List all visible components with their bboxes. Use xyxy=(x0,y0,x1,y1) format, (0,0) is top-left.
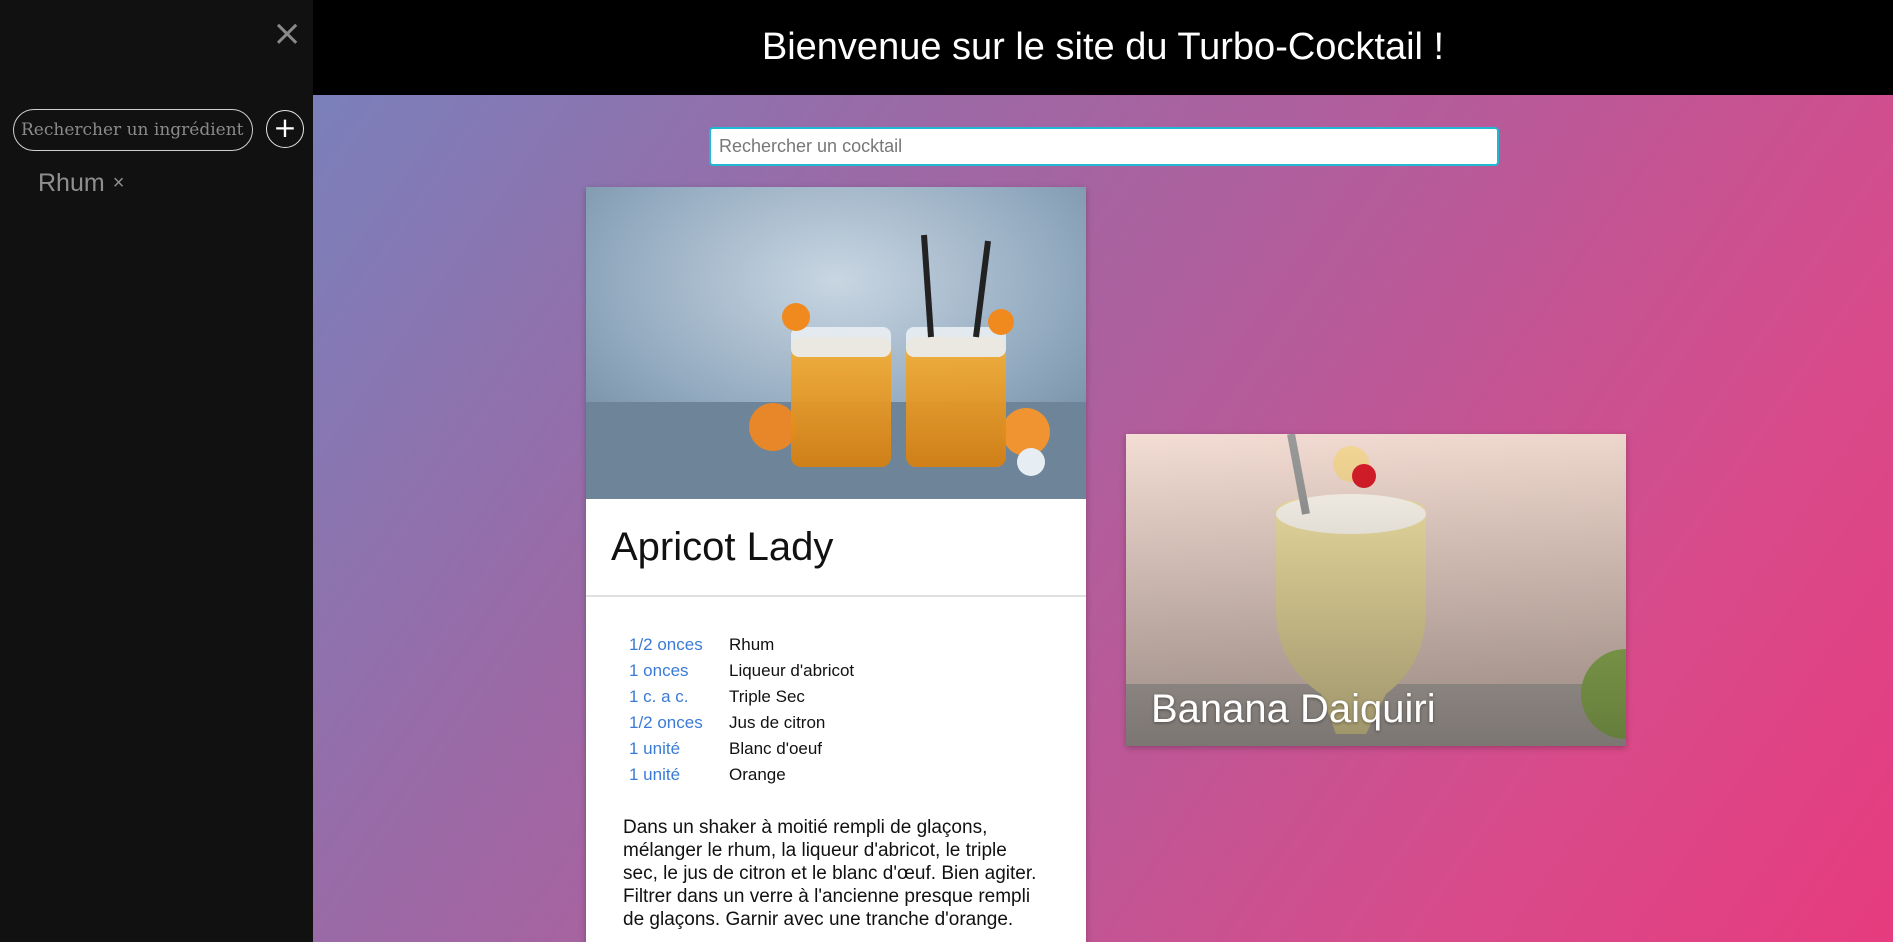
cocktail-search-input[interactable] xyxy=(709,127,1499,166)
cocktail-image xyxy=(586,187,1086,499)
ingredient-quantity: 1 unité xyxy=(629,739,681,758)
sidebar: × + Rhum × xyxy=(0,0,313,942)
cocktail-name: Apricot Lady xyxy=(611,524,834,569)
ingredient-row: 1 c. a c. Triple Sec xyxy=(629,684,1086,710)
close-icon[interactable]: × xyxy=(272,14,302,54)
cocktail-card-banana-daiquiri[interactable]: Banana Daiquiri xyxy=(1126,434,1626,746)
ingredient-quantity: 1 onces xyxy=(629,661,689,680)
ingredient-quantity: 1/2 onces xyxy=(629,713,703,732)
ingredient-row: 1 onces Liqueur d'abricot xyxy=(629,658,1086,684)
main-content: Apricot Lady 1/2 onces Rhum 1 onces Liqu… xyxy=(313,95,1893,942)
ingredient-name: Orange xyxy=(729,765,786,784)
ingredient-name: Liqueur d'abricot xyxy=(729,661,855,680)
ingredient-row: 1 unité Blanc d'oeuf xyxy=(629,736,1086,762)
ingredient-name: Triple Sec xyxy=(729,687,805,706)
add-ingredient-button[interactable]: + xyxy=(266,110,304,148)
ingredient-quantity: 1/2 onces xyxy=(629,635,703,654)
ingredient-search-input[interactable] xyxy=(13,109,253,151)
ingredient-tag-label: Rhum xyxy=(38,169,105,197)
ingredient-quantity: 1 c. a c. xyxy=(629,687,689,706)
cocktail-title-row: Apricot Lady xyxy=(586,499,1086,597)
ingredient-row: 1/2 onces Rhum xyxy=(629,632,1086,658)
ingredient-row: 1 unité Orange xyxy=(629,762,1086,788)
recipe-text: Dans un shaker à moitié rempli de glaçon… xyxy=(623,817,1037,930)
ingredient-list: 1/2 onces Rhum 1 onces Liqueur d'abricot… xyxy=(629,632,1086,788)
ingredient-row: 1/2 onces Jus de citron xyxy=(629,710,1086,736)
ingredient-name: Rhum xyxy=(729,635,775,654)
ingredient-name: Jus de citron xyxy=(729,713,826,732)
remove-tag-icon[interactable]: × xyxy=(113,172,125,195)
ingredient-name: Blanc d'oeuf xyxy=(729,739,823,758)
cocktail-card-apricot-lady[interactable]: Apricot Lady 1/2 onces Rhum 1 onces Liqu… xyxy=(586,187,1086,942)
ingredient-quantity: 1 unité xyxy=(629,765,681,784)
page-title: Bienvenue sur le site du Turbo-Cocktail … xyxy=(761,26,1445,68)
cocktail-name: Banana Daiquiri xyxy=(1151,687,1436,731)
ingredient-tag-rhum: Rhum × xyxy=(38,169,124,198)
page-header: Bienvenue sur le site du Turbo-Cocktail … xyxy=(313,0,1893,95)
